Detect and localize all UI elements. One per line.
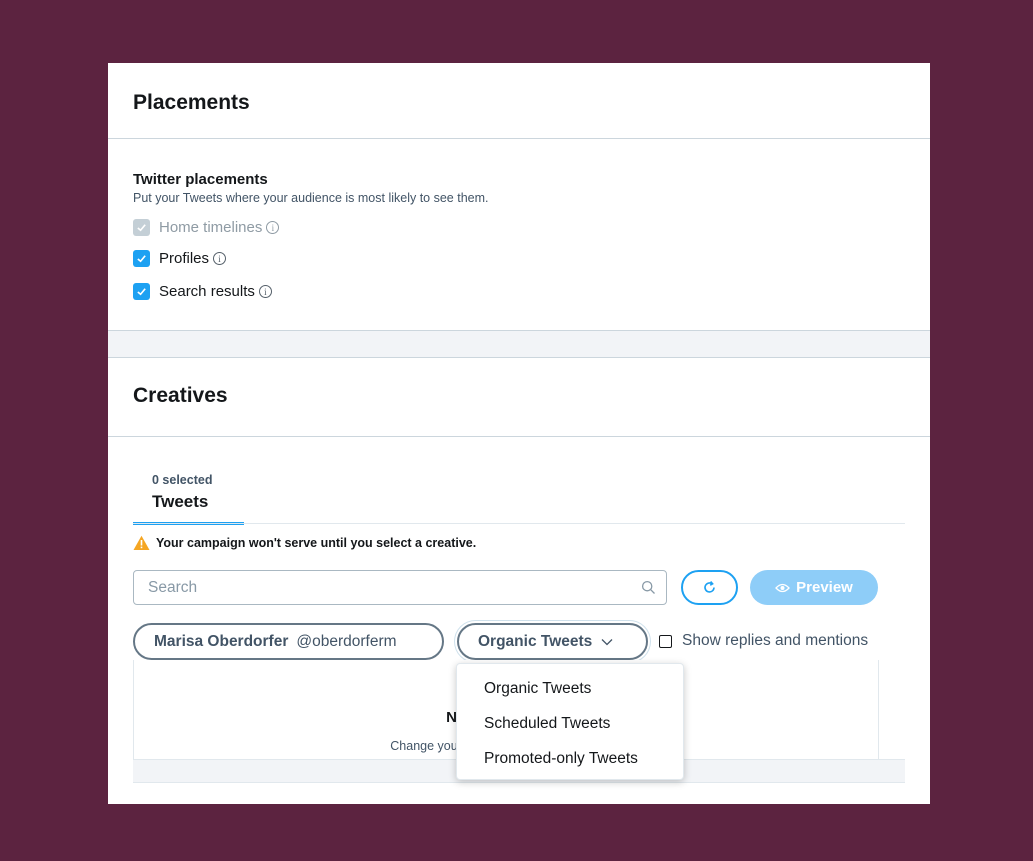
account-name: Marisa Oberdorfer (154, 632, 289, 650)
home-timelines-label: Home timelines (159, 219, 263, 236)
creatives-title: Creatives (133, 384, 228, 407)
refresh-button[interactable] (681, 570, 738, 605)
menu-item-scheduled-tweets[interactable]: Scheduled Tweets (484, 715, 610, 733)
search-results-checkbox[interactable] (133, 283, 150, 300)
creatives-header: Creatives (108, 358, 930, 437)
placement-search-results[interactable]: Search results i (133, 283, 272, 300)
campaign-card: Placements Twitter placements Put your T… (108, 63, 930, 804)
twitter-placements-description: Put your Tweets where your audience is m… (133, 191, 489, 205)
menu-item-organic-tweets[interactable]: Organic Tweets (484, 680, 591, 698)
search-results-label[interactable]: Search results (159, 283, 255, 300)
info-icon[interactable]: i (266, 221, 280, 234)
info-icon[interactable]: i (258, 285, 272, 298)
chevron-down-icon (601, 638, 613, 645)
preview-button[interactable]: Preview (750, 570, 878, 605)
tab-selected-count: 0 selected (152, 473, 213, 487)
tweet-type-selected: Organic Tweets (478, 632, 593, 650)
search-input[interactable] (148, 579, 628, 597)
section-divider (108, 330, 930, 358)
tweet-type-menu: Organic Tweets Scheduled Tweets Promoted… (456, 663, 684, 780)
search-icon (641, 580, 655, 594)
eye-icon (775, 583, 791, 592)
warning-icon (133, 535, 150, 550)
tab-tweets[interactable]: 0 selected Tweets (133, 471, 244, 525)
preview-label: Preview (796, 579, 853, 596)
show-replies-toggle[interactable]: Show replies and mentions (659, 632, 868, 650)
home-timelines-checkbox (133, 219, 150, 236)
warning-text: Your campaign won't serve until you sele… (156, 536, 477, 550)
refresh-icon (704, 581, 715, 593)
account-filter-pill[interactable]: Marisa Oberdorfer @oberdorferm (133, 623, 444, 660)
tab-tweets-label[interactable]: Tweets (152, 492, 208, 512)
tweet-type-dropdown[interactable]: Organic Tweets (457, 623, 648, 660)
search-box[interactable] (133, 570, 667, 605)
creative-warning: Your campaign won't serve until you sele… (133, 535, 476, 551)
placements-title: Placements (133, 91, 250, 114)
info-icon[interactable]: i (213, 252, 227, 265)
show-replies-checkbox[interactable] (659, 634, 672, 648)
profiles-checkbox[interactable] (133, 250, 150, 267)
placement-profiles[interactable]: Profiles i (133, 250, 227, 267)
account-handle: @oberdorferm (296, 632, 397, 650)
tab-underline-rule (133, 523, 905, 524)
placements-header: Placements (108, 63, 930, 139)
twitter-placements-heading: Twitter placements (133, 171, 268, 188)
placement-home-timelines: Home timelines i (133, 219, 280, 236)
show-replies-label[interactable]: Show replies and mentions (682, 632, 868, 650)
menu-item-promoted-only-tweets[interactable]: Promoted-only Tweets (484, 750, 638, 768)
profiles-label[interactable]: Profiles (159, 250, 209, 267)
